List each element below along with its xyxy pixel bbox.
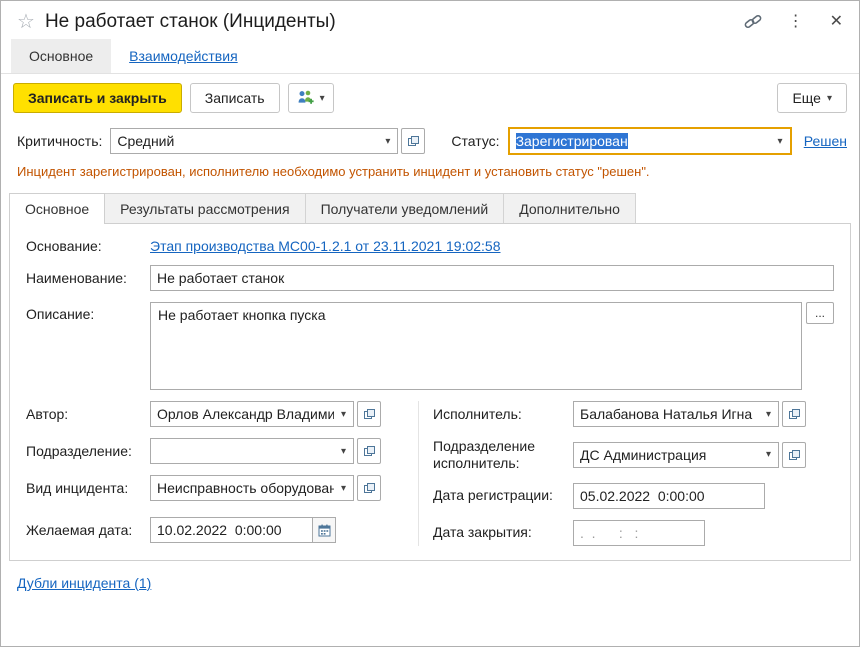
desired-date-label: Желаемая дата: (26, 522, 150, 538)
closing-date-input[interactable]: . . : : (573, 520, 705, 546)
basis-row: Основание: Этап производства МС00-1.2.1 … (26, 238, 834, 254)
basis-link[interactable]: Этап производства МС00-1.2.1 от 23.11.20… (150, 238, 501, 254)
name-row: Наименование: Не работает станок (26, 265, 834, 291)
people-icon (297, 89, 314, 107)
incident-form-window: ☆ Не работает станок (Инциденты) ⋮ ✕ Осн… (0, 0, 860, 647)
close-icon[interactable]: ✕ (830, 14, 843, 30)
nav-tab-interactions[interactable]: Взаимодействия (111, 39, 256, 73)
author-label: Автор: (26, 406, 150, 422)
save-and-close-button[interactable]: Записать и закрыть (13, 83, 182, 113)
tab-main[interactable]: Основное (9, 193, 105, 224)
description-label: Описание: (26, 302, 150, 322)
executor-value: Балабанова Наталья Игна (574, 406, 759, 422)
department-label: Подразделение: (26, 443, 150, 459)
chevron-down-icon: ▾ (827, 93, 832, 104)
department-row: Подразделение: ▾ (26, 438, 404, 464)
incident-type-value: Неисправность оборудован (151, 480, 334, 496)
incident-type-open-button[interactable] (357, 475, 381, 501)
executor-department-row: Подразделение исполнитель: ДС Администра… (433, 438, 834, 472)
registration-date-label: Дата регистрации: (433, 487, 573, 504)
two-column-area: Автор: Орлов Александр Владими ▾ Подразд… (26, 401, 834, 546)
create-based-on-button[interactable]: ▾ (288, 83, 334, 113)
more-button[interactable]: Еще ▾ (777, 83, 847, 113)
nav-tab-main[interactable]: Основное (11, 39, 111, 73)
right-column: Исполнитель: Балабанова Наталья Игна ▾ П… (418, 401, 834, 546)
chevron-down-icon: ▾ (320, 93, 325, 104)
title-bar: ☆ Не работает станок (Инциденты) ⋮ ✕ (1, 1, 859, 39)
criticality-value: Средний (111, 133, 378, 149)
chevron-down-icon[interactable]: ▾ (759, 449, 778, 460)
registration-date-row: Дата регистрации: 05.02.2022 0:00:00 (433, 483, 834, 509)
description-expand-button[interactable]: ... (806, 302, 834, 324)
status-row: Критичность: Средний ▾ Статус: Зарегистр… (1, 121, 859, 161)
executor-department-label: Подразделение исполнитель: (433, 438, 573, 472)
status-label: Статус: (451, 133, 499, 149)
chevron-down-icon[interactable]: ▾ (334, 446, 353, 457)
chevron-down-icon[interactable]: ▾ (759, 409, 778, 420)
more-button-label: Еще (792, 90, 821, 106)
criticality-label: Критичность: (17, 133, 102, 149)
save-button[interactable]: Записать (190, 83, 280, 113)
chevron-down-icon[interactable]: ▾ (334, 483, 353, 494)
toolbar: Записать и закрыть Записать ▾ Еще ▾ (1, 74, 859, 121)
chevron-down-icon[interactable]: ▾ (334, 409, 353, 420)
executor-open-button[interactable] (782, 401, 806, 427)
executor-department-select[interactable]: ДС Администрация ▾ (573, 442, 779, 468)
desired-date-value: 10.02.2022 0:00:00 (157, 522, 282, 538)
name-input[interactable]: Не работает станок (150, 265, 834, 291)
executor-department-value: ДС Администрация (574, 447, 759, 463)
author-select[interactable]: Орлов Александр Владими ▾ (150, 401, 354, 427)
tab-notification-recipients[interactable]: Получатели уведомлений (305, 193, 505, 223)
incident-type-select[interactable]: Неисправность оборудован ▾ (150, 475, 354, 501)
incident-type-row: Вид инцидента: Неисправность оборудован … (26, 475, 404, 501)
set-resolved-link[interactable]: Решен (804, 133, 847, 149)
left-column: Автор: Орлов Александр Владими ▾ Подразд… (26, 401, 418, 546)
incident-type-label: Вид инцидента: (26, 480, 150, 496)
footer: Дубли инцидента (1) (1, 561, 859, 605)
executor-label: Исполнитель: (433, 406, 573, 423)
status-select[interactable]: Зарегистрирован ▾ (508, 127, 792, 155)
desired-date-row: Желаемая дата: 10.02.2022 0:00:00 (26, 517, 404, 543)
tab-additional[interactable]: Дополнительно (503, 193, 636, 223)
description-row: Описание: Не работает кнопка пуска ... (26, 302, 834, 390)
closing-date-row: Дата закрытия: . . : : (433, 520, 834, 546)
chevron-down-icon[interactable]: ▾ (771, 136, 790, 147)
author-value: Орлов Александр Владими (151, 406, 334, 422)
criticality-select[interactable]: Средний ▾ (110, 128, 398, 154)
executor-select[interactable]: Балабанова Наталья Игна ▾ (573, 401, 779, 427)
author-open-button[interactable] (357, 401, 381, 427)
description-textarea[interactable]: Не работает кнопка пуска (150, 302, 802, 390)
main-tab-panel: Основание: Этап производства МС00-1.2.1 … (9, 224, 851, 561)
closing-date-label: Дата закрытия: (433, 524, 573, 541)
copy-link-icon[interactable] (744, 13, 762, 31)
basis-label: Основание: (26, 238, 150, 254)
author-row: Автор: Орлов Александр Владими ▾ (26, 401, 404, 427)
incident-duplicates-link[interactable]: Дубли инцидента (1) (17, 575, 151, 591)
name-label: Наименование: (26, 270, 150, 286)
nav-tabs: Основное Взаимодействия (1, 39, 859, 74)
menu-dots-icon[interactable]: ⋮ (788, 14, 804, 30)
calendar-button[interactable] (312, 518, 335, 542)
favorite-star-icon[interactable]: ☆ (17, 12, 35, 32)
chevron-down-icon[interactable]: ▾ (378, 136, 397, 147)
criticality-open-button[interactable] (401, 128, 425, 154)
registration-date-input[interactable]: 05.02.2022 0:00:00 (573, 483, 765, 509)
executor-row: Исполнитель: Балабанова Наталья Игна ▾ (433, 401, 834, 427)
department-select[interactable]: ▾ (150, 438, 354, 464)
executor-department-open-button[interactable] (782, 442, 806, 468)
window-title: Не работает станок (Инциденты) (45, 11, 718, 33)
status-value: Зарегистрирован (516, 133, 628, 149)
form-tabs: Основное Результаты рассмотрения Получат… (9, 193, 851, 224)
department-open-button[interactable] (357, 438, 381, 464)
status-info-message: Инцидент зарегистрирован, исполнителю не… (1, 161, 859, 189)
desired-date-input[interactable]: 10.02.2022 0:00:00 (150, 517, 336, 543)
tab-review-results[interactable]: Результаты рассмотрения (104, 193, 305, 223)
